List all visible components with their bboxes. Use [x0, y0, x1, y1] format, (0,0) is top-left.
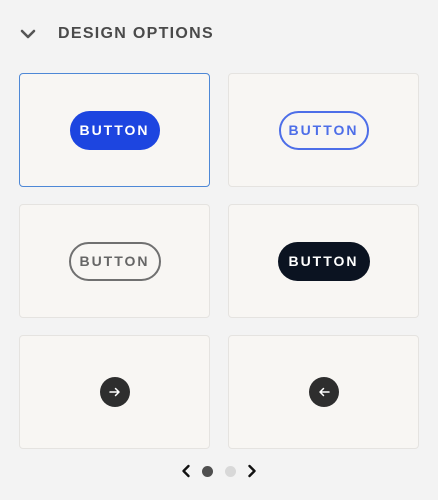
button-preview: BUTTON	[68, 241, 161, 281]
page-dot-2[interactable]	[225, 465, 236, 477]
design-options-grid: BUTTON BUTTON BUTTON BUTTON	[19, 73, 419, 449]
button-preview: BUTTON	[278, 110, 369, 150]
pagination	[178, 461, 260, 481]
design-option-outline-blue[interactable]: BUTTON	[228, 73, 419, 187]
design-option-filled-blue[interactable]: BUTTON	[19, 73, 210, 187]
chevron-left-icon[interactable]	[178, 461, 194, 481]
arrow-right-icon	[99, 377, 130, 407]
design-option-arrow-left[interactable]	[228, 335, 419, 449]
button-preview: BUTTON	[69, 110, 160, 150]
section-title: DESIGN OPTIONS	[58, 25, 214, 42]
chevron-right-icon[interactable]	[244, 461, 260, 481]
pagination-dots	[202, 465, 236, 477]
design-option-filled-dark[interactable]: BUTTON	[228, 204, 419, 318]
button-preview: BUTTON	[277, 241, 370, 281]
chevron-down-icon[interactable]	[18, 24, 38, 44]
page-dot-1[interactable]	[202, 465, 213, 477]
design-option-outline-gray[interactable]: BUTTON	[19, 204, 210, 318]
design-option-arrow-right[interactable]	[19, 335, 210, 449]
section-header[interactable]: DESIGN OPTIONS	[18, 22, 214, 46]
arrow-left-icon	[308, 377, 339, 407]
